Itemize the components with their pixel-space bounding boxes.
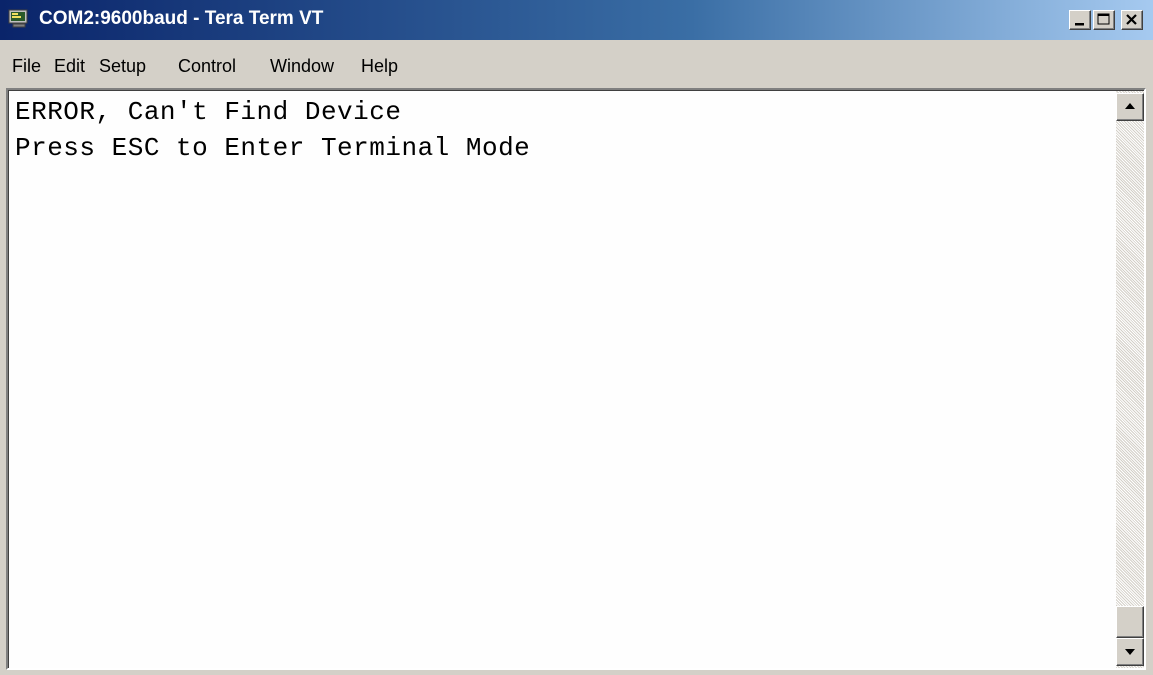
terminal-screen[interactable]: ERROR, Can't Find Device Press ESC to En… xyxy=(8,90,1144,668)
terminal-line: ERROR, Can't Find Device xyxy=(15,97,402,127)
terminal-line: Press ESC to Enter Terminal Mode xyxy=(15,133,531,163)
minimize-button[interactable] xyxy=(1069,10,1091,30)
maximize-icon xyxy=(1097,13,1110,25)
menu-control[interactable]: Control xyxy=(178,56,236,77)
window-title: COM2:9600baud - Tera Term VT xyxy=(39,8,324,29)
menu-file[interactable]: File xyxy=(12,56,41,77)
menu-edit[interactable]: Edit xyxy=(54,56,85,77)
maximize-button[interactable] xyxy=(1093,10,1115,30)
minimize-icon xyxy=(1075,23,1084,26)
menu-window[interactable]: Window xyxy=(270,56,334,77)
title-bar[interactable]: COM2:9600baud - Tera Term VT xyxy=(0,0,1153,40)
terminal-area[interactable]: ERROR, Can't Find Device Press ESC to En… xyxy=(6,88,1146,670)
arrow-down-icon xyxy=(1125,649,1135,655)
menu-bar: File Edit Setup Control Window Help xyxy=(0,44,1153,86)
vertical-scrollbar[interactable] xyxy=(1116,91,1144,668)
menu-help[interactable]: Help xyxy=(361,56,398,77)
scroll-thumb[interactable] xyxy=(1116,606,1144,638)
close-icon xyxy=(1126,14,1137,25)
scroll-up-button[interactable] xyxy=(1116,93,1144,121)
tera-term-window: COM2:9600baud - Tera Term VT File Edit S… xyxy=(0,0,1153,675)
app-icon[interactable] xyxy=(8,9,30,29)
menu-setup[interactable]: Setup xyxy=(99,56,146,77)
arrow-up-icon xyxy=(1125,103,1135,109)
close-button[interactable] xyxy=(1121,10,1143,30)
scroll-down-button[interactable] xyxy=(1116,638,1144,666)
